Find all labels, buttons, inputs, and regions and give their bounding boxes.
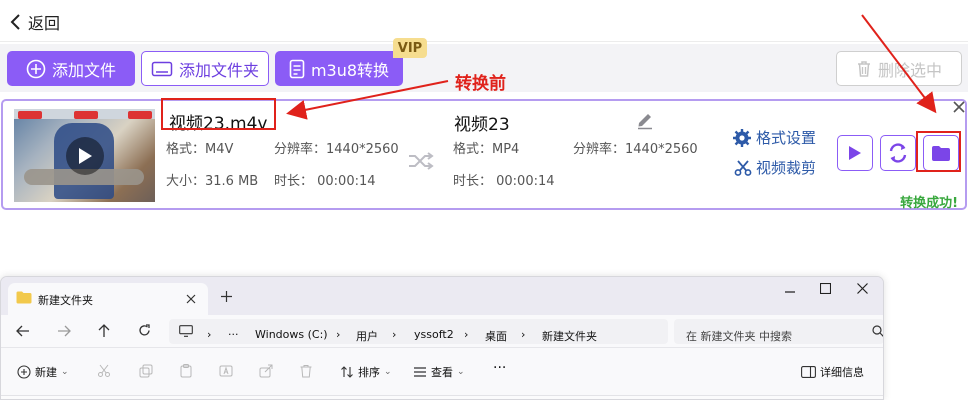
cut-icon[interactable] xyxy=(97,364,111,378)
chevron-down-icon: ⌄ xyxy=(61,367,69,377)
breadcrumb-windows-c[interactable]: Windows (C:) xyxy=(255,328,328,341)
delete-icon[interactable] xyxy=(299,364,313,378)
copy-icon[interactable] xyxy=(139,364,153,378)
maximize-icon[interactable] xyxy=(820,283,831,294)
refresh-icon[interactable] xyxy=(138,324,151,337)
rename-icon[interactable] xyxy=(219,364,233,378)
breadcrumb-separator: › xyxy=(464,328,469,341)
plus-circle-icon xyxy=(17,365,31,379)
tab-new-folder[interactable]: 新建文件夹 xyxy=(8,283,208,315)
up-arrow-icon[interactable] xyxy=(98,324,110,338)
close-window-icon[interactable] xyxy=(857,283,868,294)
search-placeholder: 在 新建文件夹 中搜索 xyxy=(686,330,792,343)
forward-arrow-icon[interactable] xyxy=(57,325,71,337)
new-label: 新建 xyxy=(35,366,57,379)
file-list-header-strip xyxy=(1,395,883,399)
chevron-down-icon: ⌄ xyxy=(457,367,465,377)
view-list-icon xyxy=(414,367,426,377)
folder-tab-icon xyxy=(16,291,32,304)
view-button[interactable]: 查看 ⌄ xyxy=(413,364,465,380)
sort-button[interactable]: 排序 ⌄ xyxy=(340,364,392,380)
breadcrumb-new-folder[interactable]: 新建文件夹 xyxy=(542,328,597,344)
close-tab-icon[interactable] xyxy=(186,294,196,304)
details-pane-icon xyxy=(801,366,816,378)
monitor-icon xyxy=(179,325,193,337)
tab-strip: 新建文件夹 xyxy=(1,277,883,315)
share-icon[interactable] xyxy=(259,364,273,378)
breadcrumb-desktop[interactable]: 桌面 xyxy=(485,328,507,344)
arrow-to-folder-button xyxy=(861,14,937,114)
minimize-icon[interactable] xyxy=(784,286,796,298)
tab-title: 新建文件夹 xyxy=(38,294,93,307)
breadcrumb-separator: › xyxy=(207,328,212,341)
chevron-down-icon: ⌄ xyxy=(384,367,392,377)
file-explorer-window: 新建文件夹 › ··· Windows (C:) › 用户 › yssoft2 … xyxy=(0,276,884,400)
arrow-to-source-name xyxy=(286,80,449,120)
sort-label: 排序 xyxy=(358,366,380,379)
address-row: › ··· Windows (C:) › 用户 › yssoft2 › 桌面 ›… xyxy=(1,315,883,347)
new-tab-plus-icon[interactable] xyxy=(221,291,232,302)
breadcrumb-separator: › xyxy=(336,328,341,341)
search-icon[interactable] xyxy=(872,325,884,337)
new-button[interactable]: 新建 ⌄ xyxy=(17,364,69,380)
command-bar: 新建 ⌄ 排序 ⌄ 查看 ⌄ ··· 详细信息 xyxy=(1,347,883,399)
paste-icon[interactable] xyxy=(179,364,193,378)
details-label: 详细信息 xyxy=(820,366,864,379)
breadcrumb-overflow[interactable]: ··· xyxy=(228,328,239,341)
details-pane-button[interactable]: 详细信息 xyxy=(801,364,864,380)
sort-icon xyxy=(341,366,353,378)
breadcrumb-separator: › xyxy=(521,328,526,341)
breadcrumb-users[interactable]: 用户 xyxy=(356,328,378,344)
address-bar[interactable]: › ··· Windows (C:) › 用户 › yssoft2 › 桌面 ›… xyxy=(169,319,668,344)
back-arrow-icon[interactable] xyxy=(16,325,30,337)
breadcrumb-yssoft2[interactable]: yssoft2 xyxy=(414,328,454,341)
view-label: 查看 xyxy=(431,366,453,379)
search-box[interactable]: 在 新建文件夹 中搜索 xyxy=(674,319,884,344)
more-options-icon[interactable]: ··· xyxy=(493,360,506,376)
breadcrumb-separator: › xyxy=(392,328,397,341)
